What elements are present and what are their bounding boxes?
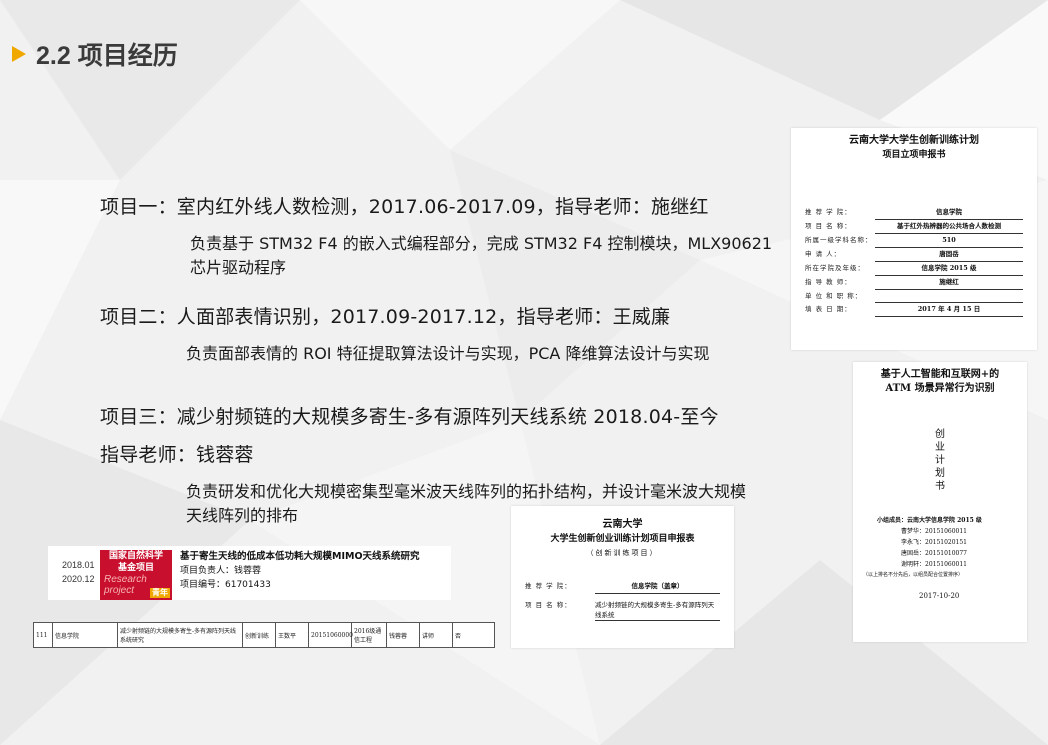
project-1-heading: 项目一：室内红外线人数检测，2017.06-2017.09，指导老师：施继红: [100, 196, 709, 218]
nsfc-project-banner: 2018.01 2020.12 国家自然科学 基金项目 Research pro…: [48, 546, 451, 600]
project-3-advisor: 指导老师：钱蓉蓉: [100, 444, 254, 466]
doc1-row: 推 荐 学 院： 信息学院: [805, 206, 1023, 220]
table-cell: 减少射频链的大规模多寄生-多有源阵列天线系统研究: [118, 623, 243, 647]
project-1-description: 负责基于 STM32 F4 的嵌入式编程部分，完成 STM32 F4 控制模块，…: [190, 234, 773, 277]
doc2-title: 基于人工智能和互联网+的: [880, 369, 1000, 380]
nsfc-logo: 国家自然科学 基金项目 Research project 青年: [100, 550, 172, 600]
slide-title: 2.2 项目经历: [12, 36, 178, 72]
doc-innovation-application: 云南大学 大学生创新创业训练计划项目申报表 （创新训练项目） 推 荐 学 院：信…: [511, 506, 734, 648]
table-cell: 信息学院: [53, 623, 118, 647]
table-cell: 创新训练: [243, 623, 276, 647]
doc1-row: 填 表 日 期： 2017 年 4 月 15 日: [805, 303, 1023, 317]
table-cell: 讲师: [420, 623, 453, 647]
banner-leader: 项目负责人：钱蓉蓉: [180, 566, 262, 576]
doc1-row: 所在学院及年级： 信息学院 2015 级: [805, 262, 1023, 276]
doc1-row: 单 位 和 职 称：: [805, 290, 1023, 303]
doc1-row: 所属一级学科名称： 510: [805, 234, 1023, 248]
doc2-member: 李永飞：20151020151: [901, 539, 967, 546]
doc2-date: 2017-10-20: [919, 592, 960, 600]
banner-number: 项目编号：61701433: [180, 580, 271, 590]
doc1-subtitle: 项目立项申报书: [882, 150, 946, 160]
doc2-member: 唐固岳：20151010077: [901, 550, 967, 557]
doc1-title: 云南大学大学生创新训练计划: [849, 135, 979, 146]
table-cell: 20151060000: [309, 623, 353, 647]
doc2-vertical-char: 业: [935, 442, 945, 453]
project-2-description: 负责面部表情的 ROI 特征提取算法设计与实现，PCA 降维算法设计与实现: [186, 344, 710, 363]
doc3-subtitle: 大学生创新创业训练计划项目申报表: [550, 534, 695, 544]
doc1-row: 项 目 名 称： 基于红外热辨器的公共场合人数检测: [805, 220, 1023, 234]
table-cell: 否: [455, 632, 462, 640]
doc2-vertical-char: 书: [935, 481, 945, 492]
banner-dates: 2018.01 2020.12: [48, 546, 100, 600]
doc2-vertical-char: 划: [935, 468, 945, 479]
table-cell: 111: [34, 623, 53, 647]
doc2-vertical-char: 创: [935, 429, 945, 440]
doc1-row: 指 导 教 师： 施继红: [805, 276, 1023, 290]
doc3-row: 项 目 名 称： 减少射频链的大规模多寄生-多有源阵列天线系统: [525, 600, 720, 621]
doc-business-plan: 基于人工智能和互联网+的 ATM 场景异常行为识别 创 业 计 划 书 小组成员…: [853, 362, 1027, 642]
doc3-type: （创新训练项目）: [586, 549, 659, 557]
table-cell: 2016级通信工程: [352, 623, 387, 647]
doc-project-application-form: 云南大学大学生创新训练计划 项目立项申报书 推 荐 学 院： 信息学院 项 目 名…: [791, 128, 1037, 350]
project-3-heading: 项目三：减少射频链的大规模多寄生-多有源阵列天线系统 2018.04-至今: [100, 406, 719, 428]
project-list-table-row: 111 信息学院 减少射频链的大规模多寄生-多有源阵列天线系统研究 创新训练 王…: [33, 622, 495, 648]
doc2-vertical-char: 计: [935, 455, 945, 466]
table-cell: 王数平: [276, 623, 309, 647]
slide-title-text: 2.2 项目经历: [36, 42, 178, 70]
doc2-members-header: 小组成员：云南大学信息学院 2015 级: [877, 517, 982, 524]
table-cell: 钱蓉蓉: [387, 623, 420, 647]
project-2-heading: 项目二：人面部表情识别，2017.09-2017.12，指导老师：王威廉: [100, 306, 671, 328]
banner-info: 基于寄生天线的低成本低功耗大规模MIMO天线系统研究 项目负责人：钱蓉蓉 项目编…: [180, 550, 420, 592]
doc3-title: 云南大学: [602, 519, 643, 530]
doc2-member: 曹梦华：20151060011: [901, 528, 967, 535]
doc2-member: 谢明轩：20151060011: [901, 561, 967, 568]
banner-date-start: 2018.01: [62, 560, 95, 570]
doc2-note: （以上排名不分先后，以组员配合位置排序）: [863, 572, 964, 578]
doc3-row: 推 荐 学 院： 信息学院（盖章）: [525, 580, 720, 594]
doc1-row: 申 请 人： 唐固岳: [805, 248, 1023, 262]
doc2-subtitle: ATM 场景异常行为识别: [885, 383, 995, 394]
banner-project-title: 基于寄生天线的低成本低功耗大规模MIMO天线系统研究: [180, 551, 420, 562]
banner-date-end: 2020.12: [62, 574, 95, 584]
play-arrow-icon: [12, 46, 26, 62]
